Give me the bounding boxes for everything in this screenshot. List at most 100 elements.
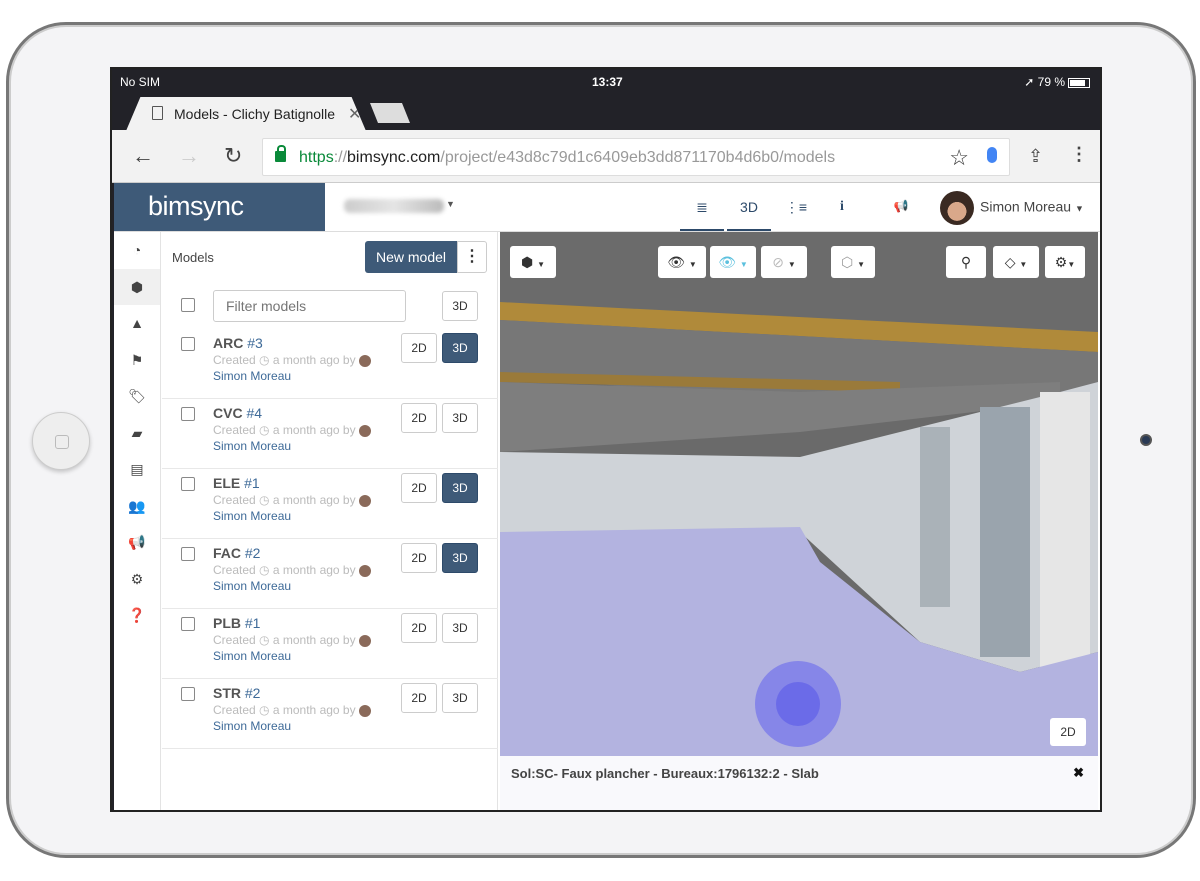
model-row[interactable]: ARC #3 Created ◷ a month ago by Simon Mo… <box>162 329 498 399</box>
model-checkbox[interactable] <box>181 337 195 351</box>
model-row[interactable]: CVC #4 Created ◷ a month ago by Simon Mo… <box>162 399 498 469</box>
open-3d-button[interactable]: 3D <box>442 683 478 713</box>
project-selector[interactable] <box>344 199 444 213</box>
author-link[interactable]: Simon Moreau <box>213 369 291 383</box>
filter-models-input[interactable] <box>213 290 406 322</box>
model-row[interactable]: ELE #1 Created ◷ a month ago by Simon Mo… <box>162 469 498 539</box>
open-3d-button[interactable]: 3D <box>442 403 478 433</box>
carrier: No SIM <box>120 75 161 89</box>
author-link[interactable]: Simon Moreau <box>213 719 291 733</box>
model-name[interactable]: CVC #4 <box>213 405 262 421</box>
model-name[interactable]: ELE #1 <box>213 475 260 491</box>
users-icon[interactable]: 👥 <box>114 488 160 525</box>
more-menu-icon[interactable]: ⋮ <box>1070 144 1088 165</box>
open-2d-button[interactable]: 2D <box>401 543 437 573</box>
open-3d-button[interactable]: 3D <box>442 613 478 643</box>
model-checkbox[interactable] <box>181 407 195 421</box>
author-link[interactable]: Simon Moreau <box>213 579 291 593</box>
flag-icon[interactable]: ⚑ <box>114 342 160 379</box>
help-icon[interactable]: ❓ <box>114 597 160 634</box>
address-bar[interactable]: https://bimsync.com/project/e43d8c79d1c6… <box>262 138 1010 176</box>
author-link[interactable]: Simon Moreau <box>213 649 291 663</box>
author-link[interactable]: Simon Moreau <box>213 509 291 523</box>
open-2d-button[interactable]: 2D <box>401 613 437 643</box>
reload-icon[interactable]: ↻ <box>224 143 242 169</box>
more-options-button[interactable]: ⋮ <box>457 241 487 273</box>
warning-icon[interactable]: ▲ <box>114 305 160 342</box>
nav-tree-icon[interactable]: ⋮≡ <box>774 183 818 231</box>
bullhorn-icon[interactable]: 📢 <box>114 524 160 561</box>
model-name[interactable]: STR #2 <box>213 685 260 701</box>
model-checkbox[interactable] <box>181 477 195 491</box>
model-revision[interactable]: #3 <box>247 335 263 351</box>
browser-tab[interactable]: Models - Clichy Batignolle ✕ <box>126 97 366 131</box>
model-row[interactable]: PLB #1 Created ◷ a month ago by Simon Mo… <box>162 609 498 679</box>
viewer-settings-dropdown[interactable]: ⚙▼ <box>1045 246 1085 278</box>
clock: 13:37 <box>592 75 623 89</box>
model-name[interactable]: PLB #1 <box>213 615 260 631</box>
open-2d-button[interactable]: 2D <box>401 333 437 363</box>
nav-list[interactable]: ≣ <box>680 183 724 231</box>
author-avatar <box>358 494 371 507</box>
model-revision[interactable]: #4 <box>246 405 262 421</box>
model-name[interactable]: ARC #3 <box>213 335 263 351</box>
nav-announce-icon[interactable]: 📢 <box>879 183 923 231</box>
open-2d-button[interactable]: 2D <box>401 473 437 503</box>
model-checkbox[interactable] <box>181 687 195 701</box>
open-3d-button[interactable]: 3D <box>442 473 478 503</box>
model-revision[interactable]: #1 <box>244 475 260 491</box>
models-cube-icon[interactable]: ⬢ <box>114 268 160 305</box>
author-link[interactable]: Simon Moreau <box>213 439 291 453</box>
section-box-dropdown[interactable]: ⬡ ▼ <box>831 246 875 278</box>
forward-icon[interactable]: → <box>178 143 200 169</box>
new-model-button[interactable]: New model <box>365 241 457 273</box>
isolate-eye-dropdown[interactable]: 👁 ▼ <box>710 246 756 278</box>
home-button[interactable] <box>32 412 90 470</box>
model-name[interactable]: FAC #2 <box>213 545 260 561</box>
gear-icon[interactable]: ⚙ <box>114 561 160 598</box>
folder-icon[interactable]: ▰ <box>114 415 160 452</box>
navigation-mode-dropdown[interactable]: ◇ ▼ <box>993 246 1039 278</box>
model-row[interactable]: FAC #2 Created ◷ a month ago by Simon Mo… <box>162 539 498 609</box>
hide-eye-dropdown[interactable]: ⊘ ▼ <box>761 246 807 278</box>
3d-viewer[interactable]: ⬢ ▼ 👁 ▼ 👁 ▼ ⊘ ▼ ⬡ ▼ ⚲ ◇ ▼ ⚙▼ 2D <box>500 232 1098 756</box>
nav-info-icon[interactable]: i <box>820 183 864 231</box>
model-checkbox[interactable] <box>181 617 195 631</box>
model-revision[interactable]: #2 <box>245 685 261 701</box>
model-revision[interactable]: #2 <box>245 545 261 561</box>
nav-3d[interactable]: 3D <box>727 183 771 231</box>
model-revision[interactable]: #1 <box>245 615 261 631</box>
new-tab-button[interactable] <box>370 103 410 123</box>
model-code: STR <box>213 685 241 701</box>
model-row[interactable]: STR #2 Created ◷ a month ago by Simon Mo… <box>162 679 498 749</box>
3d-scene[interactable] <box>500 232 1098 756</box>
open-3d-button[interactable]: 3D <box>442 333 478 363</box>
bimsync-app: bimsync ▼ ≣ 3D ⋮≡ i 📢 Simon Moreau ▼ ◔ ⬢… <box>114 183 1100 810</box>
joystick-knob[interactable] <box>776 682 820 726</box>
book-icon[interactable]: ▤ <box>114 451 160 488</box>
logo[interactable]: bimsync <box>114 183 325 231</box>
open-all-3d-button[interactable]: 3D <box>442 291 478 321</box>
close-tab-icon[interactable]: ✕ <box>348 104 361 124</box>
share-icon[interactable]: ⇪ <box>1028 146 1043 167</box>
dashboard-icon[interactable]: ◔ <box>114 232 160 269</box>
author-avatar <box>358 354 371 367</box>
open-3d-button[interactable]: 3D <box>442 543 478 573</box>
show-eye-dropdown[interactable]: 👁 ▼ <box>658 246 706 278</box>
select-all-checkbox[interactable] <box>181 298 195 312</box>
microphone-icon[interactable] <box>987 147 997 163</box>
tags-icon[interactable]: 🏷 <box>114 378 160 415</box>
open-2d-button[interactable]: 2D <box>401 683 437 713</box>
model-view-dropdown[interactable]: ⬢ ▼ <box>510 246 556 278</box>
created-ago: a month ago by <box>272 353 356 367</box>
model-checkbox[interactable] <box>181 547 195 561</box>
close-icon[interactable]: ✖ <box>1073 765 1084 781</box>
bookmark-star-icon[interactable]: ☆ <box>949 145 969 171</box>
toggle-2d-button[interactable]: 2D <box>1050 718 1086 746</box>
joystick-toggle-icon[interactable]: ⚲ <box>946 246 986 278</box>
back-icon[interactable]: ← <box>132 143 154 169</box>
user-menu[interactable]: Simon Moreau ▼ <box>940 191 1084 225</box>
created-label: Created <box>213 703 256 717</box>
open-2d-button[interactable]: 2D <box>401 403 437 433</box>
camera <box>1140 434 1152 446</box>
